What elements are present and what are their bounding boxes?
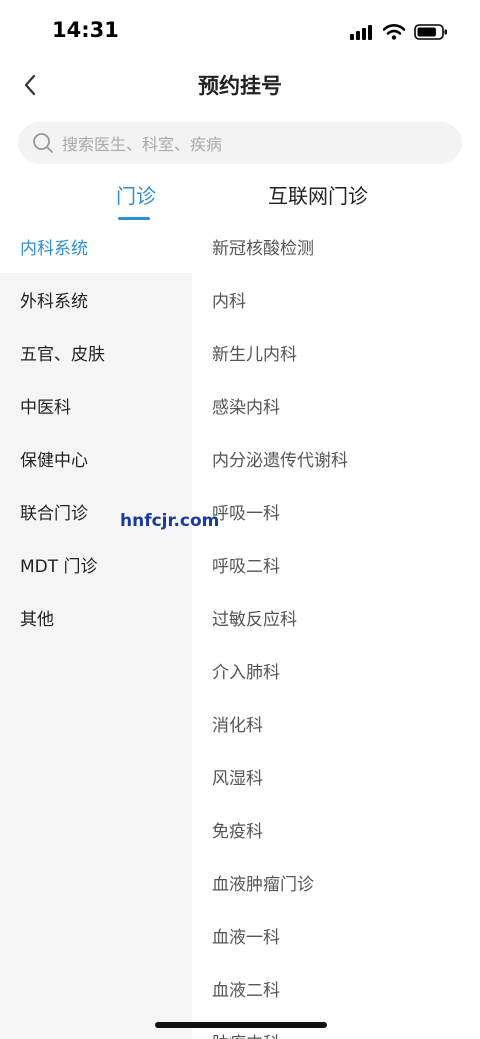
search-icon [32,132,54,154]
tab-bar: 门诊 互联网门诊 [0,170,480,222]
category-health-center[interactable]: 保健中心 [0,432,192,485]
department-item[interactable]: 内科 [212,273,472,326]
battery-icon [414,24,447,40]
tab-outpatient[interactable]: 门诊 [116,180,156,209]
category-ent-dermatology[interactable]: 五官、皮肤 [0,326,192,379]
status-bar: 14:31 [0,0,480,62]
page-title: 预约挂号 [198,74,282,98]
watermark: hnfcjr.com [120,511,220,531]
department-item[interactable]: 风湿科 [212,750,472,803]
home-indicator[interactable] [155,1022,327,1028]
department-item[interactable]: 感染内科 [212,379,472,432]
category-internal-medicine[interactable]: 内科系统 [0,220,192,273]
category-tcm[interactable]: 中医科 [0,379,192,432]
category-mdt-clinic[interactable]: MDT 门诊 [0,538,192,591]
department-item[interactable]: 消化科 [212,697,472,750]
department-item[interactable]: 介入肺科 [212,644,472,697]
category-other[interactable]: 其他 [0,591,192,644]
department-item[interactable]: 内分泌遗传代谢科 [212,432,472,485]
status-icons [350,20,448,44]
department-item[interactable]: 呼吸一科 [212,485,472,538]
category-sidebar: 内科系统 外科系统 五官、皮肤 中医科 保健中心 联合门诊 MDT 门诊 其他 [0,220,192,1039]
department-item[interactable]: 过敏反应科 [212,591,472,644]
department-item[interactable]: 新生儿内科 [212,326,472,379]
department-item[interactable]: 血液二科 [212,962,472,1015]
department-list: 新冠核酸检测 内科 新生儿内科 感染内科 内分泌遗传代谢科 呼吸一科 呼吸二科 … [192,220,480,1039]
department-item[interactable]: 免疫科 [212,803,472,856]
signal-icon [350,25,372,40]
nav-bar: 预约挂号 [0,62,480,108]
department-item[interactable]: 血液一科 [212,909,472,962]
search-input[interactable]: 搜索医生、科室、疾病 [18,122,462,164]
department-item[interactable]: 新冠核酸检测 [212,220,472,273]
department-item[interactable]: 血液肿瘤门诊 [212,856,472,909]
wifi-icon [383,24,405,40]
department-item[interactable]: 呼吸二科 [212,538,472,591]
tab-internet-outpatient[interactable]: 互联网门诊 [268,180,368,209]
status-time: 14:31 [52,18,119,42]
category-surgery[interactable]: 外科系统 [0,273,192,326]
search-placeholder: 搜索医生、科室、疾病 [62,135,223,154]
